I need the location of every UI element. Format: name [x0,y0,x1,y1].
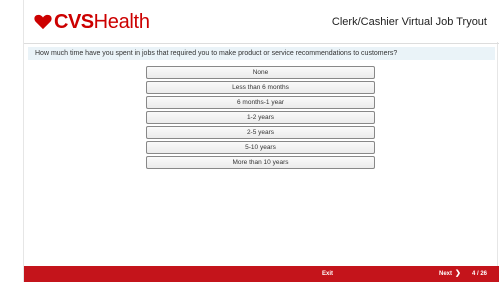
header: CVS Health Clerk/Cashier Virtual Job Try… [24,0,499,42]
footer-bar: Exit Next ❯ 4 / 26 [24,266,499,282]
option-1-2-years[interactable]: 1-2 years [146,111,375,124]
page-title: Clerk/Cashier Virtual Job Tryout [331,16,487,28]
cvs-health-logo: CVS Health [34,11,150,33]
next-button-label: Next [439,271,453,277]
option-2-5-years[interactable]: 2-5 years [146,126,375,139]
answer-options: None Less than 6 months 6 months-1 year … [146,66,375,171]
option-none[interactable]: None [146,66,375,79]
exit-button[interactable]: Exit [322,269,333,279]
next-button[interactable]: Next ❯ [439,269,461,279]
option-more-than-10-years[interactable]: More than 10 years [146,156,375,169]
logo-brand-text: CVS [54,11,94,33]
chevron-right-icon: ❯ [455,270,461,277]
app-frame: CVS Health Clerk/Cashier Virtual Job Try… [23,0,499,282]
option-6-months-1-year[interactable]: 6 months-1 year [146,96,375,109]
header-divider [24,43,499,44]
heart-icon [34,14,52,30]
option-less-than-6-months[interactable]: Less than 6 months [146,81,375,94]
page-counter: 4 / 26 [472,271,488,277]
logo-suffix-text: Health [93,11,150,33]
question-text: How much time have you spent in jobs tha… [28,47,495,60]
option-5-10-years[interactable]: 5-10 years [146,141,375,154]
